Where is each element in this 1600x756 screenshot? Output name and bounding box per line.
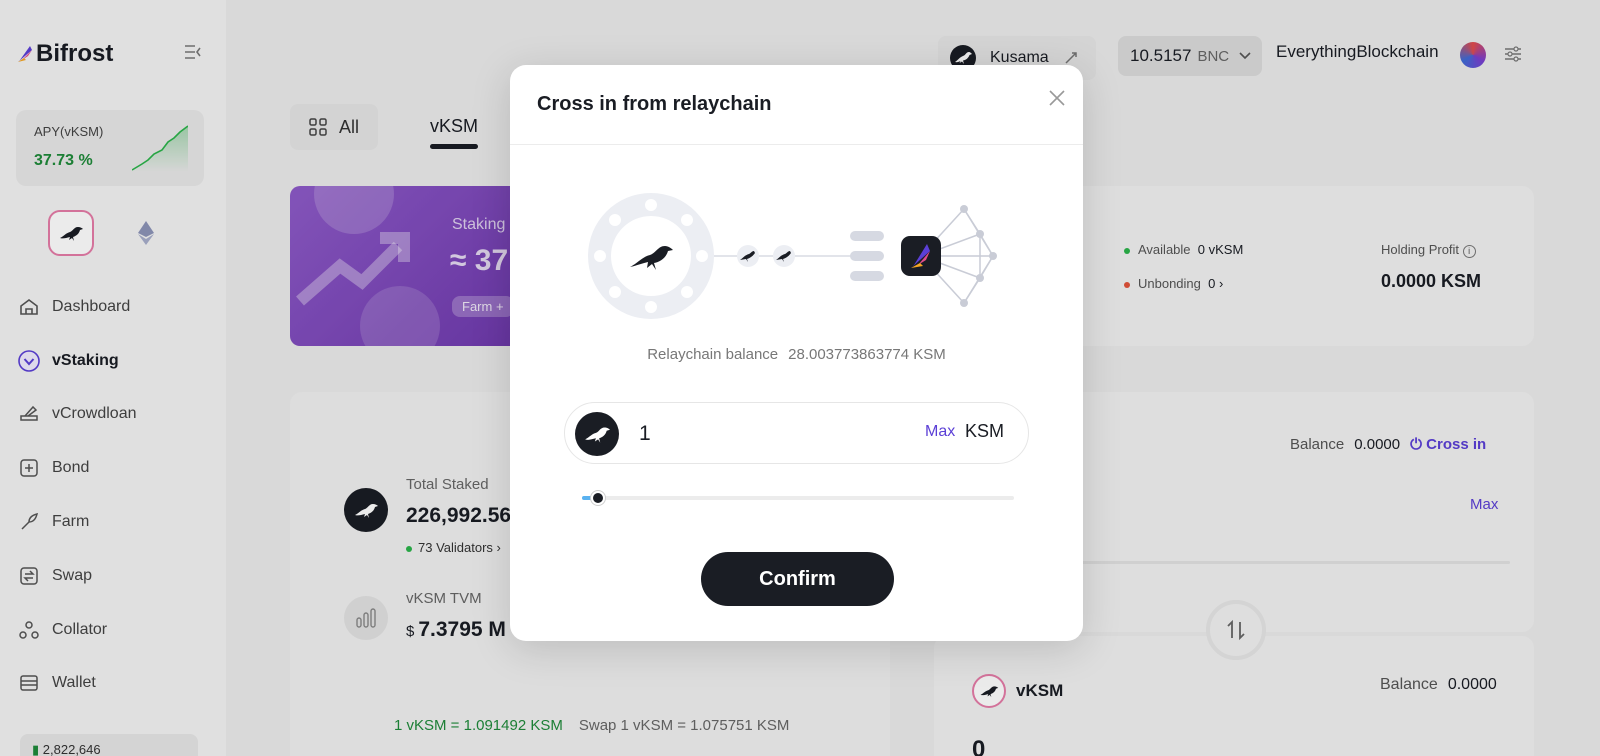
- confirm-button[interactable]: Confirm: [701, 552, 894, 606]
- ksm-token-icon: [575, 412, 619, 456]
- relay-balance-value: 28.003773863774 KSM: [788, 346, 946, 363]
- modal-title: Cross in from relaychain: [537, 93, 772, 115]
- cross-in-modal: Cross in from relaychain Relaychain bala…: [510, 65, 1083, 641]
- amount-input[interactable]: [639, 417, 899, 451]
- relay-balance-label: Relaychain balance: [647, 346, 779, 363]
- amount-unit: KSM: [965, 421, 1005, 441]
- max-button[interactable]: Max: [925, 423, 955, 441]
- relaychain-to-parachain-illustration: [588, 193, 997, 319]
- modal-divider: [510, 144, 1083, 145]
- amount-input-group: Max KSM: [564, 402, 1029, 464]
- close-icon[interactable]: [1048, 89, 1066, 107]
- amount-slider[interactable]: [582, 491, 1014, 505]
- slider-thumb[interactable]: [591, 491, 605, 505]
- relaychain-balance: Relaychain balance 28.003773863774 KSM: [510, 346, 1083, 363]
